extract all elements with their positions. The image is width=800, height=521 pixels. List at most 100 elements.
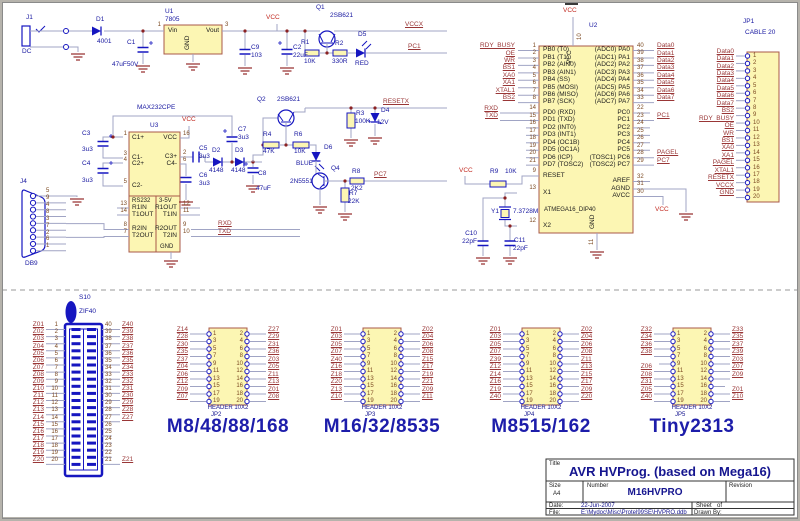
- net-label: Z20: [33, 457, 44, 464]
- pin-name: C1+: [132, 135, 144, 142]
- pin-number: 19: [677, 398, 684, 404]
- pin-number: 2: [55, 329, 58, 335]
- d1-ref: D1: [96, 17, 104, 24]
- titleblock-of-label: of: [717, 503, 722, 509]
- c6-ref: C6: [199, 173, 207, 180]
- pin-number: 8: [46, 209, 49, 215]
- pin-number: 24: [637, 120, 644, 126]
- pin-number: 11: [589, 239, 595, 245]
- pin-number: 20: [51, 457, 58, 463]
- header-title: Tiny2313: [650, 417, 735, 436]
- pin-number: 1: [55, 322, 58, 328]
- y1-ref: Y1: [491, 209, 499, 216]
- pin-name: PD1 (TXD): [543, 117, 575, 124]
- q2-value: 2SB621: [277, 97, 300, 104]
- pin-number: 29: [637, 158, 644, 164]
- net-label: Z21: [122, 457, 133, 464]
- net-label: Z08: [422, 349, 433, 356]
- pin-number: 26: [637, 135, 644, 141]
- titleblock-size-label: Size: [549, 483, 561, 489]
- pin-number: 34: [637, 88, 644, 94]
- header-title: M8/48/88/168: [167, 417, 289, 436]
- pin-number: 18: [390, 391, 397, 397]
- pin-number: 6: [704, 346, 707, 352]
- pin-number: 10: [549, 361, 556, 367]
- pin-number: 1: [367, 331, 370, 337]
- net-label: Z28: [122, 407, 133, 414]
- titleblock-revision-label: Revision: [729, 483, 752, 489]
- max232-title: MAX232CPE: [137, 105, 175, 112]
- r1-ref: R1: [301, 40, 309, 47]
- c4-ref: C4: [82, 161, 90, 168]
- pin-name: C2+: [132, 161, 144, 168]
- max232-section-3-5v: 3-5V: [159, 198, 172, 204]
- pin-number: 8: [55, 372, 58, 378]
- resetx-net-label: RESETX: [383, 99, 409, 106]
- pin-number: 7: [367, 353, 370, 359]
- pin-number: 5: [677, 346, 680, 352]
- pin-number: 6: [553, 346, 556, 352]
- pin-name: T1IN: [163, 212, 177, 219]
- c7-ref: C7: [238, 127, 246, 134]
- pin-name: X2: [543, 223, 551, 230]
- q1-ref: Q1: [316, 5, 325, 12]
- pin-name: C2-: [132, 183, 142, 190]
- pin-number: 39: [637, 50, 644, 56]
- pin-number: 37: [105, 344, 112, 350]
- pin-number: 20: [700, 398, 707, 404]
- pin-name: (TOSC2) PC7: [590, 162, 630, 169]
- pin-number: 12: [51, 400, 58, 406]
- pin-number: 9: [753, 112, 756, 118]
- pin-number: 15: [213, 383, 220, 389]
- pin-number: 16: [390, 383, 397, 389]
- pin-number: 9: [677, 361, 680, 367]
- pin-number: 30: [105, 393, 112, 399]
- pin-number: 10: [577, 33, 583, 40]
- pin-number: 7: [55, 365, 58, 371]
- pin-number: 3: [753, 68, 756, 74]
- c3-value: 3u3: [82, 147, 93, 154]
- pin-number: 11: [753, 127, 759, 133]
- pin-number: 31: [105, 386, 112, 392]
- pin-number: 2: [704, 331, 707, 337]
- d2-ref: D2: [212, 148, 220, 155]
- pin-number: 14: [700, 376, 707, 382]
- pin-number: 8: [553, 353, 556, 359]
- net-label: Z13: [268, 379, 279, 386]
- net-label: Z36: [268, 349, 279, 356]
- pin-number: 13: [51, 407, 58, 413]
- d4-ref: D4: [381, 108, 389, 115]
- r8-ref: R8: [352, 169, 360, 176]
- pin-number: 13: [753, 142, 760, 148]
- pin-number: 15: [677, 383, 684, 389]
- pin-number: 2: [46, 230, 49, 236]
- pin-number: 19: [526, 398, 533, 404]
- net-label: Z05: [268, 364, 279, 371]
- pin-number: 7: [533, 88, 536, 94]
- pin-number: 1: [213, 331, 216, 337]
- net-label: Z08: [268, 394, 279, 401]
- pin-number: 11: [213, 368, 219, 374]
- pin-number: 4: [55, 344, 58, 350]
- pc7-net-label: PC7: [374, 172, 387, 179]
- c5-value: 3u3: [199, 154, 210, 161]
- pin-number: 15: [526, 383, 533, 389]
- pin-number: 24: [105, 436, 112, 442]
- pin-number: 25: [105, 429, 112, 435]
- pin-number: 16: [753, 165, 760, 171]
- pin-number: 27: [637, 143, 644, 149]
- pin-number: 13: [120, 201, 127, 207]
- net-label: Z39: [732, 349, 743, 356]
- c10-ref: C10: [465, 231, 477, 238]
- c10-value: 22pF: [462, 239, 477, 246]
- pin-number: 36: [105, 351, 112, 357]
- header-title: M16/32/8535: [324, 417, 440, 436]
- r4-value: 47K: [263, 149, 275, 156]
- pin-number: 21: [529, 158, 536, 164]
- pin-number: 16: [183, 131, 190, 137]
- u1-pin-vin: Vin: [168, 28, 177, 35]
- j4-value: DB9: [25, 261, 38, 268]
- pin-number: 28: [105, 407, 112, 413]
- q4-value: 2N5551: [290, 179, 313, 186]
- pin-number: 2: [240, 331, 243, 337]
